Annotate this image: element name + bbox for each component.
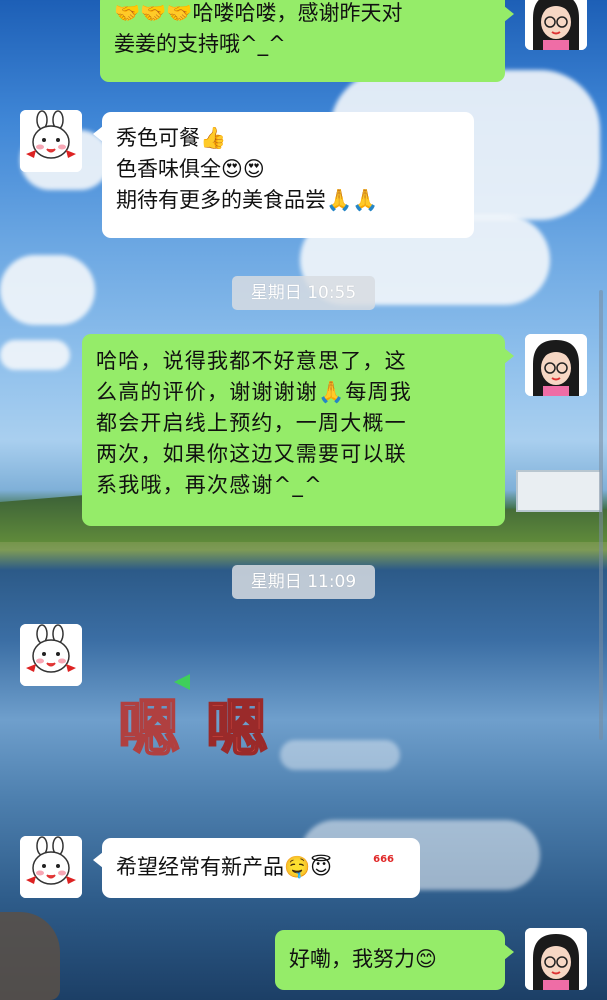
avatar-me[interactable]	[525, 0, 587, 50]
cartoon-rabbit-avatar-icon	[20, 110, 82, 172]
girl-with-glasses-avatar-icon	[525, 0, 587, 50]
message-text: 色香味俱全😍😍	[116, 157, 265, 181]
timestamp: 星期日 10:55	[232, 276, 375, 310]
sticker-char-red: 嗯	[205, 691, 269, 766]
message-text: 🤝🤝🤝哈喽哈喽，感谢昨天对	[114, 1, 403, 25]
message-text: 好嘞，我努力😊	[289, 947, 437, 971]
message-text: 希望经常有新产品🤤😇	[116, 855, 333, 879]
message-bubble-me[interactable]: 好嘞，我努力😊	[275, 930, 514, 990]
message-text: 系我哦，再次感谢^_^	[96, 473, 323, 497]
rock	[0, 912, 60, 1000]
message-text: 两次，如果你这边又需要可以联	[96, 442, 407, 466]
cartoon-rabbit-avatar-icon	[20, 624, 82, 686]
avatar-other[interactable]	[20, 836, 82, 898]
message-bubble-other[interactable]: 希望经常有新产品🤤😇 666	[93, 838, 420, 898]
avatar-me[interactable]	[525, 334, 587, 396]
message-text: 期待有更多的美食品尝🙏🙏	[116, 188, 379, 212]
sticker-message[interactable]: 嗯 嗯	[110, 670, 290, 766]
message-text: 秀色可餐👍	[116, 126, 227, 150]
scrollbar[interactable]	[599, 290, 603, 740]
message-text: 哈哈，说得我都不好意思了，这	[96, 349, 407, 373]
message-bubble-me[interactable]: 哈哈，说得我都不好意思了，这 么高的评价，谢谢谢谢🙏每周我 都会开启线上预约，一…	[82, 334, 514, 526]
badge-666: 666	[373, 854, 394, 865]
cloud-reflection	[280, 740, 400, 770]
timestamp: 星期日 11:09	[232, 565, 375, 599]
avatar-me[interactable]	[525, 928, 587, 990]
message-text: 都会开启线上预约，一周大概一	[96, 411, 407, 435]
cartoon-rabbit-avatar-icon	[20, 836, 82, 898]
house	[516, 470, 602, 512]
girl-with-glasses-avatar-icon	[525, 928, 587, 990]
message-bubble-other[interactable]: 秀色可餐👍 色香味俱全😍😍 期待有更多的美食品尝🙏🙏	[93, 112, 474, 238]
avatar-other[interactable]	[20, 110, 82, 172]
cloud	[0, 340, 70, 370]
cloud	[0, 255, 95, 325]
avatar-other[interactable]	[20, 624, 82, 686]
sticker-char-blue: 嗯	[117, 691, 181, 766]
message-text: 么高的评价，谢谢谢谢🙏每周我	[96, 380, 412, 404]
girl-with-glasses-avatar-icon	[525, 334, 587, 396]
message-text: 姜姜的支持哦^_^	[114, 32, 286, 56]
message-bubble-me[interactable]: 🤝🤝🤝哈喽哈喽，感谢昨天对 姜姜的支持哦^_^	[100, 0, 514, 82]
